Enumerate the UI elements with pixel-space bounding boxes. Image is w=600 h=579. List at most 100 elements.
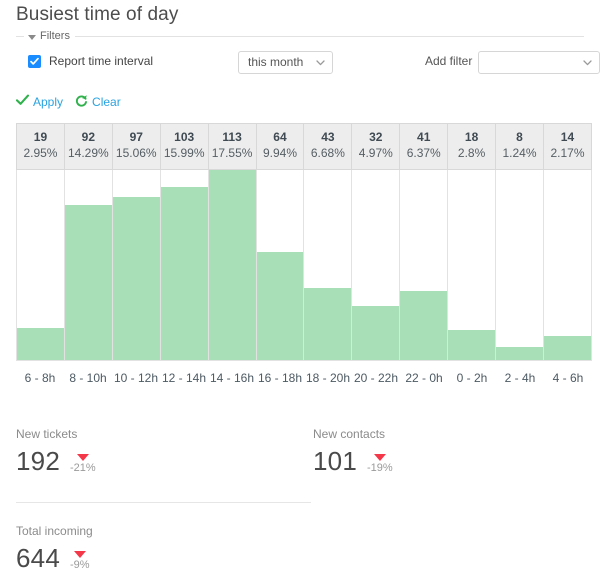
chart-bar-cell[interactable] (495, 169, 544, 361)
chart-column-count: 41 (417, 130, 431, 144)
chart-column-percent: 4.97% (358, 146, 393, 160)
chart-column-percent: 15.06% (115, 146, 157, 160)
kpi-label: New contacts (313, 427, 386, 441)
kpi-value: 101 (313, 446, 357, 476)
apply-button[interactable]: Apply (15, 94, 64, 110)
chart-bar[interactable] (64, 205, 112, 360)
chart-bar-cell[interactable] (63, 169, 113, 361)
report-time-interval-value: this month (248, 55, 304, 69)
kpi-value: 192 (16, 446, 60, 476)
chart-bar[interactable] (352, 306, 400, 360)
kpi-delta: -9% (70, 551, 90, 572)
chart-x-tick-label: 8 - 10h (69, 371, 107, 385)
chart-bar[interactable] (256, 252, 304, 360)
add-filter-select[interactable] (478, 51, 600, 74)
chart-column-header: 41 6.37% (399, 123, 449, 170)
chevron-down-icon (28, 34, 36, 40)
chart-column-percent: 15.99% (163, 146, 205, 160)
chart-bar[interactable] (448, 330, 496, 360)
chart-column-header: 103 15.99% (159, 123, 209, 170)
apply-label: Apply (33, 95, 64, 109)
chart-column-count: 14 (560, 130, 575, 144)
kpi-label: Total incoming (16, 524, 93, 538)
chart-bar[interactable] (17, 328, 64, 360)
report-time-interval-checkbox[interactable] (28, 55, 41, 68)
kpi-new-contacts: New contacts 101 -19% (313, 426, 393, 482)
check-icon (15, 94, 30, 110)
chart-x-tick-label: 22 - 0h (405, 371, 443, 385)
chart-column-header: 92 14.29% (63, 123, 113, 170)
chart-column-percent: 14.29% (68, 146, 109, 160)
chevron-down-icon (583, 60, 592, 66)
chart-column-header: 8 1.24% (495, 123, 544, 170)
chart-bar-cell[interactable] (207, 169, 257, 361)
kpi-value-row: 192 -21% (16, 446, 96, 476)
clear-button[interactable]: Clear (75, 94, 121, 111)
chart-x-tick-label: 10 - 12h (113, 371, 159, 385)
chart-x-tick-label: 2 - 4h (504, 371, 536, 385)
busiest-time-chart: 19 2.95% 92 14.29% 97 15.06% 103 15.99% 113 17.55… (16, 123, 593, 361)
filter-row-report-time-interval: Report time interval this month Add filt… (16, 51, 600, 77)
chart-x-tick-label: 0 - 2h (456, 371, 488, 385)
chart-bar-cell[interactable] (399, 169, 449, 361)
chart-bar-cell[interactable] (111, 169, 161, 361)
kpi-delta: -21% (70, 454, 96, 475)
chart-column-count: 19 (33, 130, 48, 144)
chart-column-percent: 6.37% (406, 146, 441, 160)
chart-bar-cell[interactable] (351, 169, 401, 361)
chevron-down-icon (316, 60, 325, 66)
arrow-down-icon (76, 454, 89, 461)
chart-bar-cell[interactable] (303, 169, 353, 361)
kpi-delta-label: -21% (69, 462, 96, 474)
report-time-interval-select[interactable]: this month (238, 51, 333, 74)
chart-bar[interactable] (400, 291, 448, 360)
chart-column-header: 19 2.95% (16, 123, 65, 170)
chart-column-percent: 17.55% (211, 146, 253, 160)
kpi-new-tickets: New tickets 192 -21% (16, 426, 96, 482)
chart-column-percent: 2.95% (23, 146, 58, 160)
chart-column-percent: 2.17% (550, 146, 585, 160)
chart-column-percent: 9.94% (262, 146, 297, 160)
chart-header-row: 19 2.95% 92 14.29% 97 15.06% 103 15.99% 113 17.55… (16, 123, 593, 170)
chart-bar[interactable] (208, 170, 256, 360)
filters-legend-label: Filters (40, 30, 70, 42)
chart-column-header: 18 2.8% (447, 123, 497, 170)
chart-bar-cell[interactable] (159, 169, 209, 361)
filters-legend[interactable]: Filters (24, 29, 75, 43)
arrow-down-icon (73, 551, 86, 558)
chart-bar[interactable] (112, 197, 160, 360)
page-title: Busiest time of day (16, 4, 179, 25)
kpi-value-row: 101 -19% (313, 446, 393, 476)
report-page: Busiest time of day Filters Report time … (0, 0, 600, 579)
chart-column-header: 64 9.94% (255, 123, 305, 170)
chart-bar-cell[interactable] (447, 169, 497, 361)
chart-bar[interactable] (543, 336, 591, 360)
chart-column-header: 14 2.17% (542, 123, 593, 170)
chart-column-header: 97 15.06% (111, 123, 161, 170)
chart-column-percent: 2.8% (457, 146, 486, 160)
chart-x-tick-label: 4 - 6h (552, 371, 584, 385)
chart-bar[interactable] (496, 347, 543, 360)
chart-bar-cell[interactable] (16, 169, 65, 361)
chart-column-percent: 1.24% (502, 146, 537, 160)
kpi-label: New tickets (16, 427, 78, 441)
chart-column-count: 92 (81, 130, 96, 144)
chart-bar-cell[interactable] (255, 169, 305, 361)
chart-table: 19 2.95% 92 14.29% 97 15.06% 103 15.99% 113 17.55… (16, 123, 593, 361)
chart-column-count: 113 (222, 130, 242, 144)
chart-x-tick-label: 18 - 20h (305, 371, 351, 385)
chart-column-header: 113 17.55% (207, 123, 257, 170)
chart-column-header: 32 4.97% (351, 123, 401, 170)
chart-column-header: 43 6.68% (303, 123, 353, 170)
chart-bar[interactable] (160, 187, 208, 360)
chart-x-tick-label: 6 - 8h (24, 371, 56, 385)
chart-column-count: 18 (464, 130, 479, 144)
chart-x-tick-label: 14 - 16h (209, 371, 255, 385)
chart-bar-cell[interactable] (542, 169, 593, 361)
chart-bar[interactable] (304, 288, 352, 360)
chart-x-axis: 6 - 8h 8 - 10h 10 - 12h 12 - 14h 14 - 16h 16 … (16, 369, 592, 389)
kpi-delta-label: -19% (366, 462, 393, 474)
clear-label: Clear (92, 95, 121, 109)
kpi-divider (16, 502, 311, 503)
filters-panel: Filters Report time interval this month … (16, 29, 600, 88)
